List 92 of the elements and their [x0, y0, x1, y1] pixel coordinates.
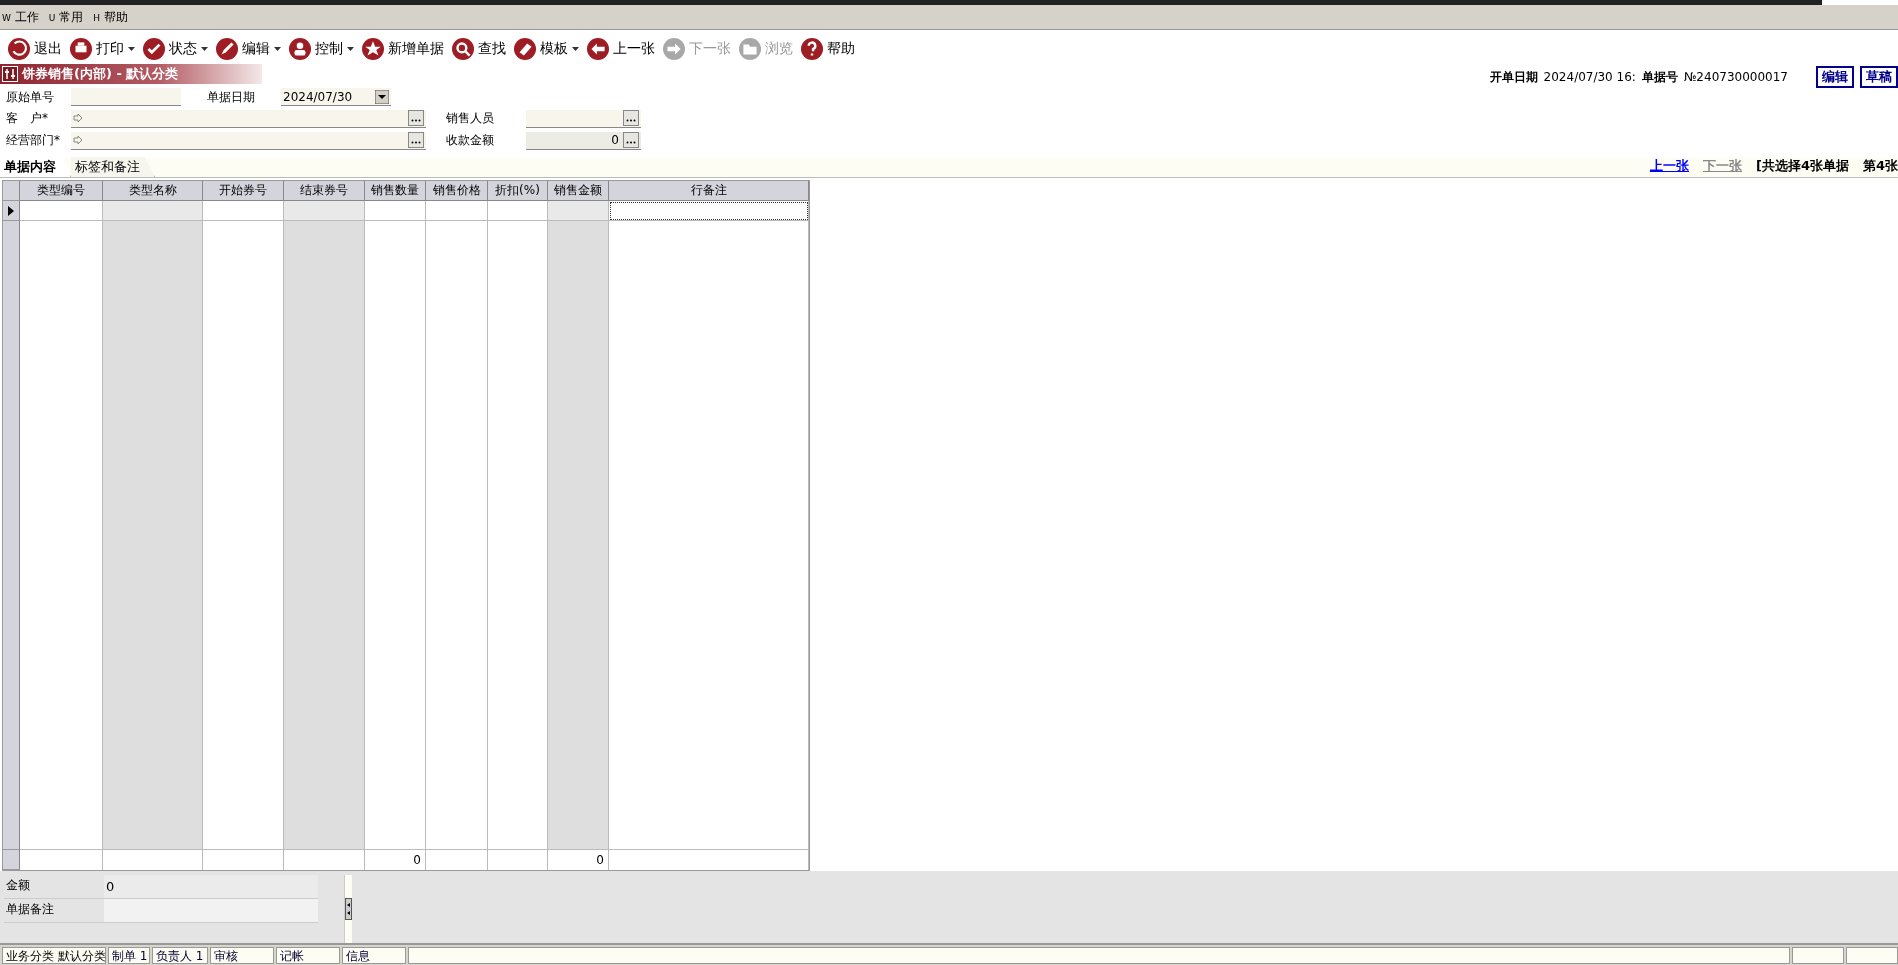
column-header[interactable]: 开始券号: [203, 181, 284, 201]
table-cell[interactable]: [609, 201, 809, 221]
number-label: 单据号: [1641, 68, 1678, 86]
toolbar-button[interactable]: 模板: [514, 38, 585, 60]
field-label: 客 户*: [6, 110, 49, 128]
person-icon: [289, 38, 311, 60]
corner-header: [3, 181, 20, 201]
ellipsis-icon: [626, 141, 636, 145]
status-badge: 草稿: [1860, 66, 1898, 88]
caret-icon: [347, 47, 354, 51]
arrow-icon: [73, 135, 83, 146]
toolbar-button[interactable]: 新增单据: [362, 38, 450, 60]
undo-icon: [8, 38, 30, 60]
toolbar-button[interactable]: 控制: [289, 38, 360, 60]
table-cell[interactable]: [488, 201, 548, 221]
tab[interactable]: 单据内容: [0, 157, 71, 177]
field-label: 收款金额: [446, 132, 495, 150]
toolbar-button[interactable]: 退出: [8, 38, 68, 60]
toolbar-button[interactable]: 打印: [70, 38, 141, 60]
input-field[interactable]: [71, 110, 426, 128]
selection-summary: [共选择4张单据: [1755, 157, 1849, 175]
folder-icon: [739, 38, 761, 60]
caret-icon: [201, 47, 208, 51]
table-cell[interactable]: [548, 201, 609, 221]
column-header[interactable]: 类型名称: [103, 181, 203, 201]
pencil-icon: [216, 38, 238, 60]
arrow-icon: [73, 113, 83, 124]
toolbar-button[interactable]: 上一张: [587, 38, 661, 60]
field-label: 经营部门*: [6, 132, 61, 150]
caret-icon: [572, 47, 579, 51]
help-icon: [801, 38, 823, 60]
status-field: 记帐: [276, 947, 340, 964]
summary-value: 0: [104, 875, 318, 899]
table-cell[interactable]: [365, 201, 426, 221]
status-field: 负责人 1: [152, 947, 208, 964]
ellipsis-button[interactable]: [623, 110, 639, 127]
page-position: 第4张: [1862, 157, 1898, 175]
column-header[interactable]: 销售金额: [548, 181, 609, 201]
table-cell[interactable]: [284, 201, 365, 221]
date-field[interactable]: 2024/07/30: [281, 88, 391, 107]
table-cell[interactable]: [426, 201, 488, 221]
field-label: 单据日期: [207, 88, 255, 106]
ellipsis-icon: [626, 119, 636, 123]
current-row-icon: [8, 205, 14, 216]
toolbar-button[interactable]: 编辑: [216, 38, 287, 60]
table-cell[interactable]: [103, 201, 203, 221]
amount-field[interactable]: 0: [526, 131, 641, 150]
field-label: 销售人员: [446, 110, 495, 128]
menu-item[interactable]: W 工作: [2, 8, 39, 26]
input-field[interactable]: [71, 131, 426, 150]
ellipsis-button[interactable]: [408, 110, 424, 127]
checkmark-icon: [143, 38, 165, 60]
tab[interactable]: 标签和备注: [71, 157, 155, 177]
status-field: 业务分类 默认分类: [2, 947, 106, 964]
field-label: 原始单号: [6, 88, 55, 106]
status-field: 审核: [210, 947, 274, 964]
input-field[interactable]: [526, 110, 641, 128]
status-badge: 编辑: [1816, 66, 1854, 88]
status-field: 信息: [342, 947, 406, 964]
column-header[interactable]: 行备注: [609, 181, 809, 201]
input-field[interactable]: [71, 88, 181, 107]
search-icon: [452, 38, 474, 60]
ellipsis-icon: [411, 119, 421, 123]
menu-item[interactable]: H 帮助: [93, 8, 128, 26]
printer-icon: [70, 38, 92, 60]
column-header[interactable]: 销售数量: [365, 181, 426, 201]
toolbar-button[interactable]: 帮助: [801, 38, 861, 60]
table-cell[interactable]: [20, 201, 103, 221]
menu-item[interactable]: U 常用: [48, 8, 84, 26]
table-cell[interactable]: [203, 201, 284, 221]
number-value: №240730000017: [1683, 70, 1788, 84]
document-title: 饼券销售(内部) - 默认分类: [0, 64, 262, 84]
caret-icon: [128, 47, 135, 51]
ellipsis-button[interactable]: [408, 132, 424, 149]
ellipsis-button[interactable]: [623, 132, 639, 149]
collapse-handle-icon[interactable]: [345, 898, 352, 920]
toolbar-button[interactable]: 状态: [143, 38, 214, 60]
dropdown-icon: [375, 89, 389, 104]
prev-link[interactable]: 上一张: [1649, 157, 1689, 175]
toolbar-button[interactable]: 查找: [452, 38, 512, 60]
column-header[interactable]: 折扣(%): [488, 181, 548, 201]
status-field: 制单 1: [108, 947, 150, 964]
column-header[interactable]: 销售价格: [426, 181, 488, 201]
row-header[interactable]: [3, 201, 20, 221]
column-header[interactable]: 类型编号: [20, 181, 103, 201]
eraser-icon: [514, 38, 536, 60]
ellipsis-icon: [411, 141, 421, 145]
date-label: 开单日期: [1489, 68, 1538, 86]
date-value: 2024/07/30 16:: [1543, 70, 1636, 84]
sliders-icon: [2, 66, 18, 82]
column-header[interactable]: 结束券号: [284, 181, 365, 201]
caret-icon: [274, 47, 281, 51]
